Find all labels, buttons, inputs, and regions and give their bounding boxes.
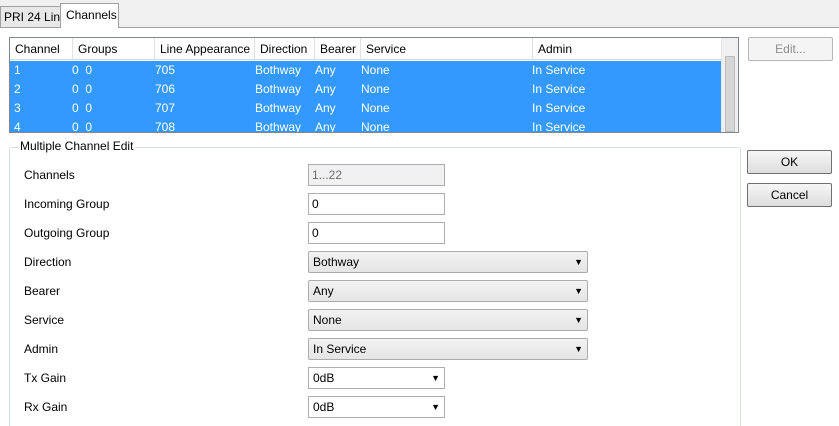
cell-direction: Bothway [255,101,302,115]
chevron-down-icon: ▼ [431,373,440,383]
cell-line-appearance: 706 [155,82,176,96]
direction-label: Direction [24,255,72,269]
tx-gain-label: Tx Gain [24,371,67,385]
cell-service: None [361,120,390,133]
tab-pri-24-line[interactable]: PRI 24 Line [0,6,67,28]
cell-channel: 2 [14,82,21,96]
cancel-button[interactable]: Cancel [747,183,832,207]
chevron-down-icon: ▼ [574,315,583,325]
cell-service: None [361,82,390,96]
cell-bearer: Any [315,101,336,115]
bearer-value: Any [313,284,334,298]
table-row[interactable]: 3 0 0 707 Bothway Any None In Service [10,99,722,118]
table-scrollbar[interactable] [721,38,738,132]
column-header-bearer[interactable]: Bearer [315,38,361,60]
table-header: Channel Groups Line Appearance Direction… [10,38,722,60]
cell-line-appearance: 705 [155,63,176,77]
tx-gain-value: 0dB [313,371,335,385]
bearer-select[interactable]: Any ▼ [308,280,588,302]
rx-gain-label: Rx Gain [24,400,68,414]
table-row[interactable]: 1 0 0 705 Bothway Any None In Service [10,61,722,80]
tx-gain-select[interactable]: 0dB ▼ [308,367,445,389]
cell-admin: In Service [532,63,586,77]
service-value: None [313,313,342,327]
column-header-line-appearance[interactable]: Line Appearance [155,38,255,60]
ok-button[interactable]: OK [747,150,832,174]
admin-value: In Service [313,342,367,356]
admin-label: Admin [24,342,59,356]
scrollbar-thumb[interactable] [725,56,735,132]
cell-line-appearance: 708 [155,120,176,133]
cell-bearer: Any [315,120,336,133]
direction-value: Bothway [313,255,360,269]
chevron-down-icon: ▼ [574,286,583,296]
cell-service: None [361,63,390,77]
chevron-down-icon: ▼ [431,402,440,412]
cell-bearer: Any [315,82,336,96]
direction-select[interactable]: Bothway ▼ [308,251,588,273]
cell-channel: 3 [14,101,21,115]
bearer-label: Bearer [24,284,61,298]
column-header-admin[interactable]: Admin [533,38,722,60]
channels-field: 1...22 [308,164,445,186]
column-header-channel[interactable]: Channel [10,38,73,60]
rx-gain-value: 0dB [313,400,335,414]
cell-channel: 1 [14,63,21,77]
cell-direction: Bothway [255,82,302,96]
cell-line-appearance: 707 [155,101,176,115]
service-label: Service [24,313,65,327]
cell-bearer: Any [315,63,336,77]
group-title: Multiple Channel Edit [18,138,136,154]
cell-groups: 0 0 [72,120,93,133]
cell-service: None [361,101,390,115]
outgoing-group-input[interactable]: 0 [308,222,445,244]
rx-gain-select[interactable]: 0dB ▼ [308,396,445,418]
incoming-group-label: Incoming Group [24,197,110,211]
channels-label: Channels [24,168,75,182]
outgoing-group-label: Outgoing Group [24,226,110,240]
cell-channel: 4 [14,120,21,133]
cell-direction: Bothway [255,63,302,77]
tab-channels[interactable]: Channels [60,3,119,29]
channels-table: Channel Groups Line Appearance Direction… [9,37,739,133]
channels-panel: Channel Groups Line Appearance Direction… [0,28,839,426]
cell-groups: 0 0 [72,101,93,115]
incoming-group-input[interactable]: 0 [308,193,445,215]
cell-groups: 0 0 [72,63,93,77]
edit-button[interactable]: Edit... [748,37,833,61]
table-body: 1 0 0 705 Bothway Any None In Service 2 … [10,61,722,133]
admin-select[interactable]: In Service ▼ [308,338,588,360]
chevron-down-icon: ▼ [574,344,583,354]
service-select[interactable]: None ▼ [308,309,588,331]
cell-admin: In Service [532,101,586,115]
column-header-groups[interactable]: Groups [73,38,155,60]
tab-bar: PRI 24 Line Channels [0,0,839,29]
cell-direction: Bothway [255,120,302,133]
cell-groups: 0 0 [72,82,93,96]
chevron-down-icon: ▼ [574,257,583,267]
cell-admin: In Service [532,82,586,96]
column-header-service[interactable]: Service [361,38,533,60]
table-row[interactable]: 2 0 0 706 Bothway Any None In Service [10,80,722,99]
column-header-direction[interactable]: Direction [255,38,315,60]
table-row[interactable]: 4 0 0 708 Bothway Any None In Service [10,118,722,133]
cell-admin: In Service [532,120,586,133]
